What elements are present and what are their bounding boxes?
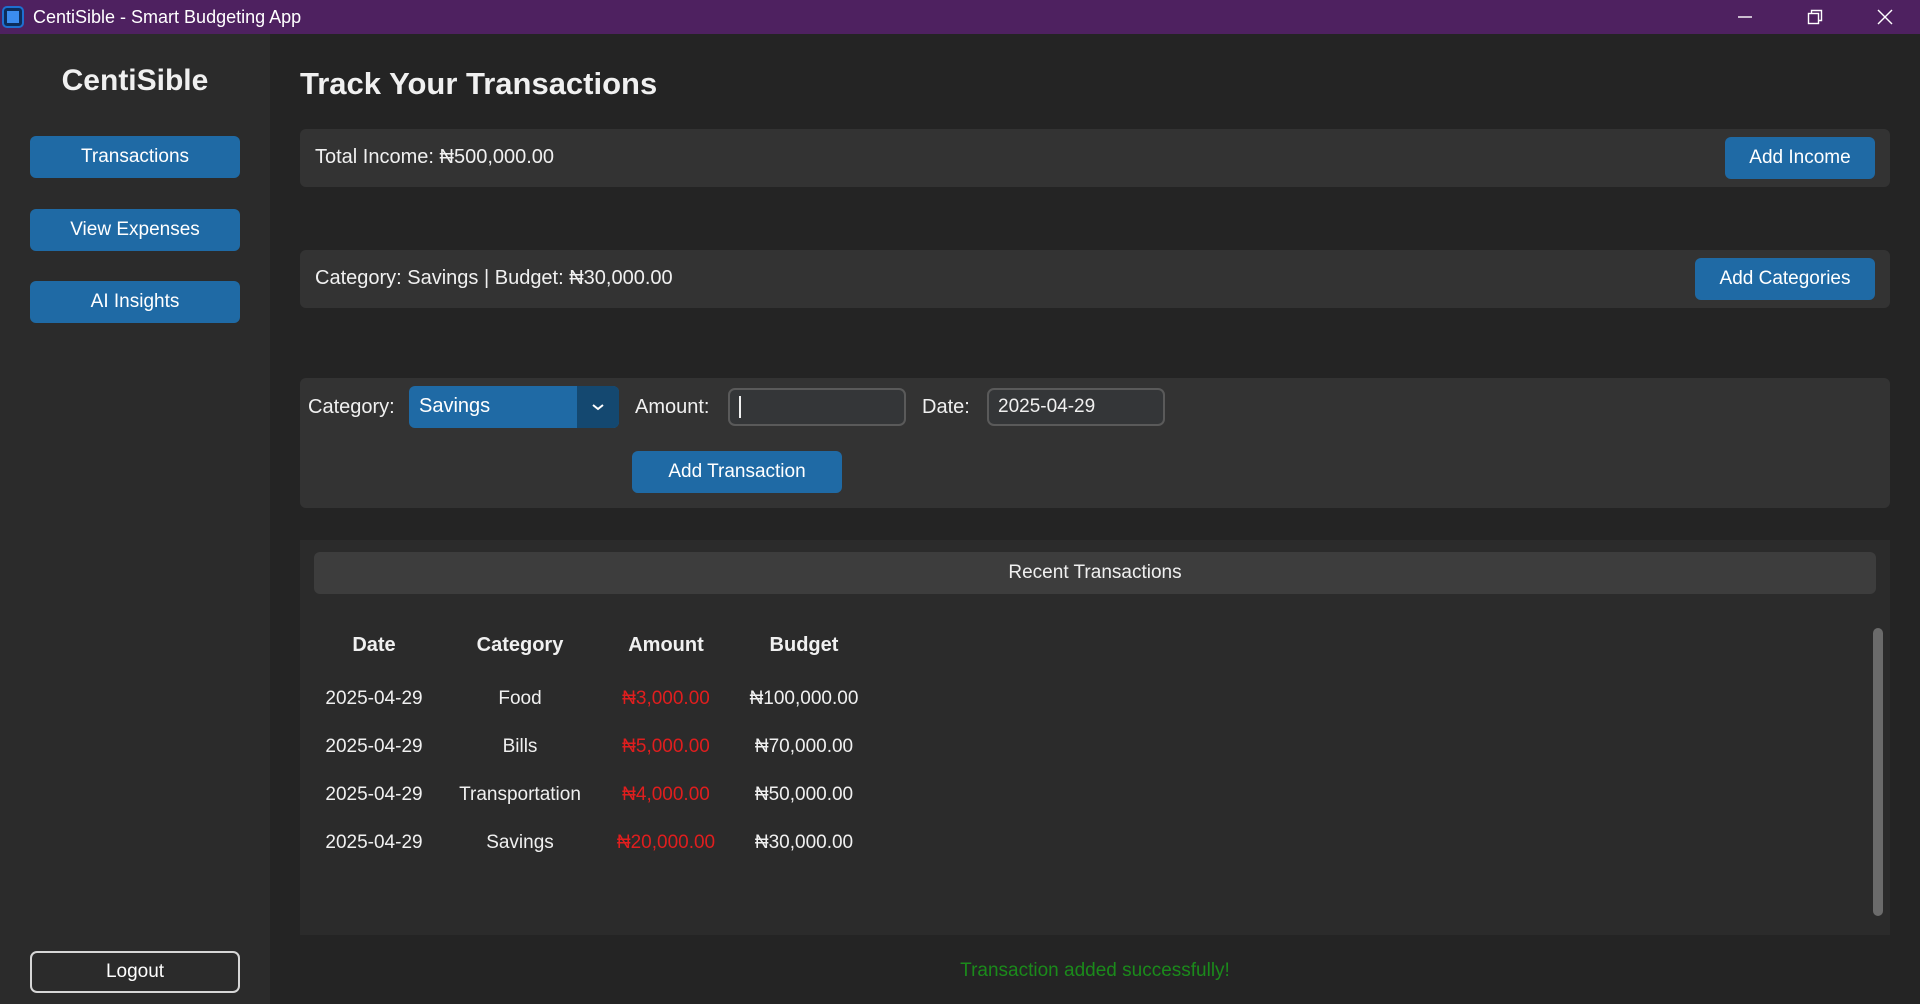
table-cell-category: Food: [498, 688, 542, 709]
close-icon: [1877, 9, 1893, 25]
table-cell-category: Transportation: [459, 784, 581, 805]
restore-icon: [1807, 9, 1823, 25]
app-icon: [2, 6, 24, 28]
category-select[interactable]: Savings: [409, 386, 619, 428]
category-budget-text: Category: Savings | Budget: ₦30,000.00: [315, 267, 673, 289]
add-transaction-button[interactable]: Add Transaction: [632, 451, 842, 493]
minimize-button[interactable]: [1710, 0, 1780, 34]
chevron-down-icon[interactable]: [577, 386, 619, 428]
brand-title: CentiSible: [61, 64, 209, 97]
table-cell-amount: ₦4,000.00: [622, 784, 710, 805]
table-cell-category: Savings: [486, 832, 554, 853]
amount-input[interactable]: [728, 388, 906, 426]
column-header-amount: Amount: [628, 634, 704, 656]
title-bar: CentiSible - Smart Budgeting App: [0, 0, 1920, 34]
category-select-value: Savings: [419, 395, 491, 417]
sidebar-item-ai-insights[interactable]: AI Insights: [30, 281, 240, 323]
page-title: Track Your Transactions: [300, 66, 658, 101]
category-label: Category:: [308, 396, 395, 418]
column-header-budget: Budget: [769, 634, 839, 656]
window-title: CentiSible - Smart Budgeting App: [33, 6, 302, 27]
table-cell-date: 2025-04-29: [325, 688, 423, 709]
table-cell-amount: ₦3,000.00: [622, 688, 710, 709]
table-cell-budget: ₦100,000.00: [749, 688, 859, 709]
table-cell-date: 2025-04-29: [325, 736, 423, 757]
logout-button[interactable]: Logout: [30, 951, 240, 993]
sidebar-item-view-expenses[interactable]: View Expenses: [30, 209, 240, 251]
table-cell-budget: ₦50,000.00: [754, 784, 854, 805]
column-header-category: Category: [476, 634, 564, 656]
text-caret: [739, 396, 741, 418]
table-scrollbar[interactable]: [1873, 628, 1883, 916]
recent-transactions-title: Recent Transactions: [314, 552, 1876, 594]
table-cell-category: Bills: [502, 736, 538, 757]
table-cell-amount: ₦5,000.00: [622, 736, 710, 757]
category-panel: Category: Savings | Budget: ₦30,000.00 A…: [300, 250, 1890, 308]
table-cell-amount: ₦20,000.00: [616, 832, 716, 853]
amount-label: Amount:: [635, 396, 710, 418]
total-income-text: Total Income: ₦500,000.00: [315, 146, 555, 168]
status-message: Transaction added successfully!: [960, 960, 1230, 981]
table-cell-budget: ₦70,000.00: [754, 736, 854, 757]
table-cell-budget: ₦30,000.00: [754, 832, 854, 853]
table-cell-date: 2025-04-29: [325, 832, 423, 853]
minimize-icon: [1738, 16, 1752, 18]
sidebar-item-transactions[interactable]: Transactions: [30, 136, 240, 178]
add-categories-button[interactable]: Add Categories: [1695, 258, 1875, 300]
income-panel: Total Income: ₦500,000.00 Add Income: [300, 129, 1890, 187]
table-cell-date: 2025-04-29: [325, 784, 423, 805]
close-button[interactable]: [1850, 0, 1920, 34]
column-header-date: Date: [352, 634, 396, 656]
restore-button[interactable]: [1780, 0, 1850, 34]
sidebar: CentiSible Transactions View Expenses AI…: [0, 34, 270, 1004]
date-label: Date:: [922, 396, 970, 418]
date-input[interactable]: 2025-04-29: [987, 388, 1165, 426]
window-controls: [1710, 0, 1920, 34]
add-income-button[interactable]: Add Income: [1725, 137, 1875, 179]
